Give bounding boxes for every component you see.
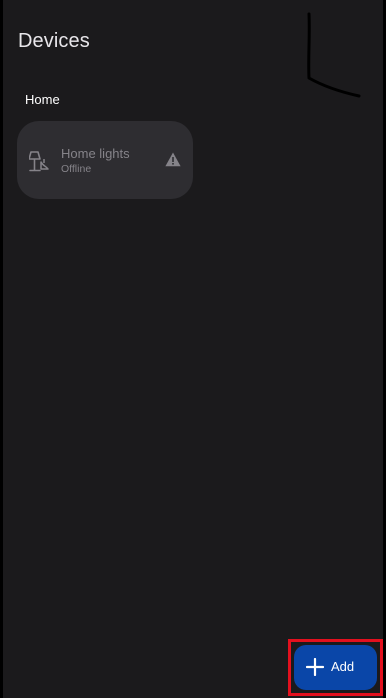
device-name: Home lights [61,146,130,161]
device-status: Offline [61,163,92,175]
lamp-icon [29,151,49,172]
scribble-mark [307,12,361,98]
add-button[interactable]: Add [294,645,377,690]
plus-icon [306,658,324,676]
add-button-label: Add [331,659,355,674]
page-title: Devices [18,30,90,52]
warning-icon [165,152,181,167]
device-card-home-lights[interactable]: Home lights Offline [17,121,193,199]
section-label-home: Home [25,92,60,107]
devices-screen: Devices Home Home lights Offline [3,0,383,698]
